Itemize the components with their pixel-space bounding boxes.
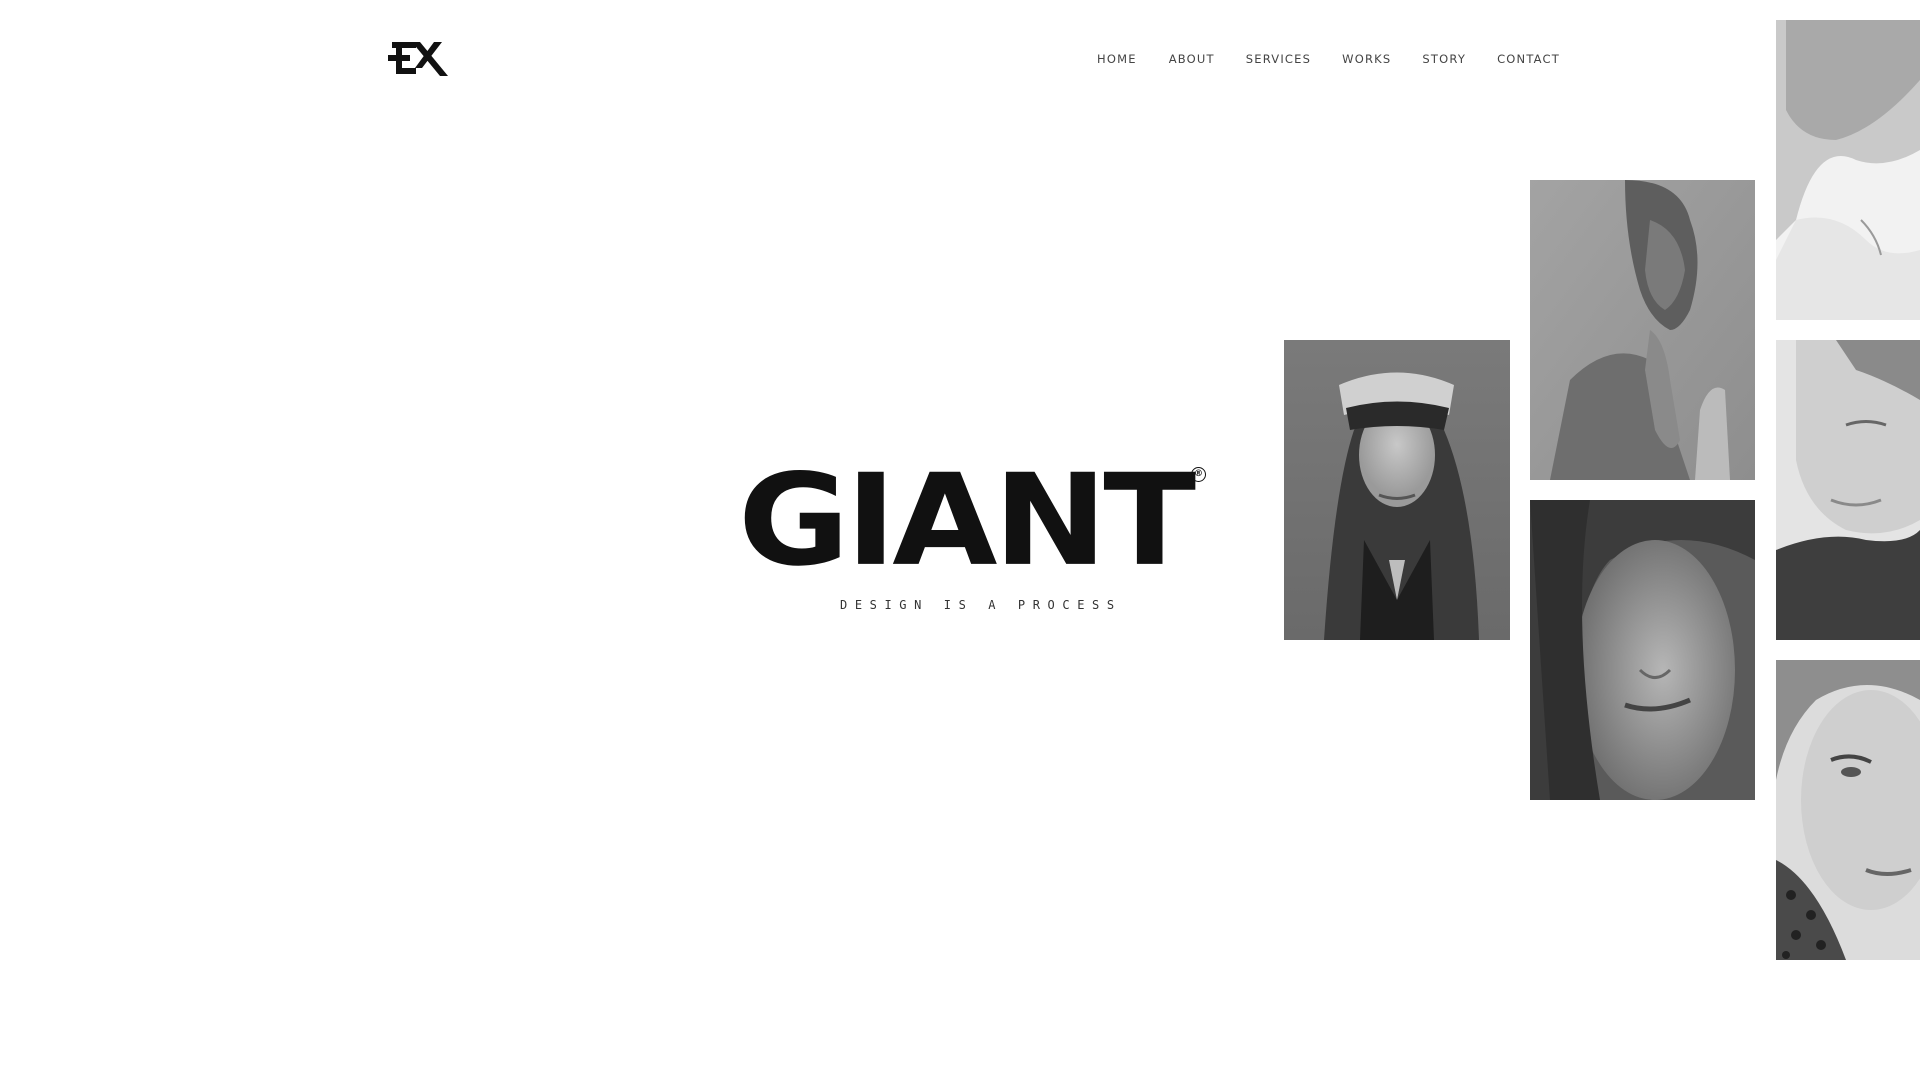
photo-woman-leopard-scarf[interactable]	[1776, 660, 1920, 960]
hero-title: GIANT	[738, 447, 1196, 595]
nav-works[interactable]: WORKS	[1342, 52, 1391, 66]
nav-about[interactable]: ABOUT	[1169, 52, 1215, 66]
ex-logo[interactable]	[388, 38, 450, 80]
nav-contact[interactable]: CONTACT	[1497, 52, 1560, 66]
registered-mark: ®	[1191, 467, 1206, 482]
photo-woman-hand-to-lips[interactable]	[1530, 180, 1755, 480]
photo-woman-visor[interactable]	[1284, 340, 1510, 640]
photo-woman-closeup-dark[interactable]	[1530, 500, 1755, 800]
ex-monogram-icon	[388, 42, 448, 76]
photo-man-turtleneck[interactable]	[1776, 340, 1920, 640]
nav-services[interactable]: SERVICES	[1246, 52, 1311, 66]
hero-tagline: DESIGN IS A PROCESS	[840, 598, 1122, 612]
main-nav: HOME ABOUT SERVICES WORKS STORY CONTACT	[1097, 52, 1560, 66]
nav-story[interactable]: STORY	[1422, 52, 1466, 66]
nav-home[interactable]: HOME	[1097, 52, 1137, 66]
photo-boy-looking-down[interactable]	[1776, 20, 1920, 320]
